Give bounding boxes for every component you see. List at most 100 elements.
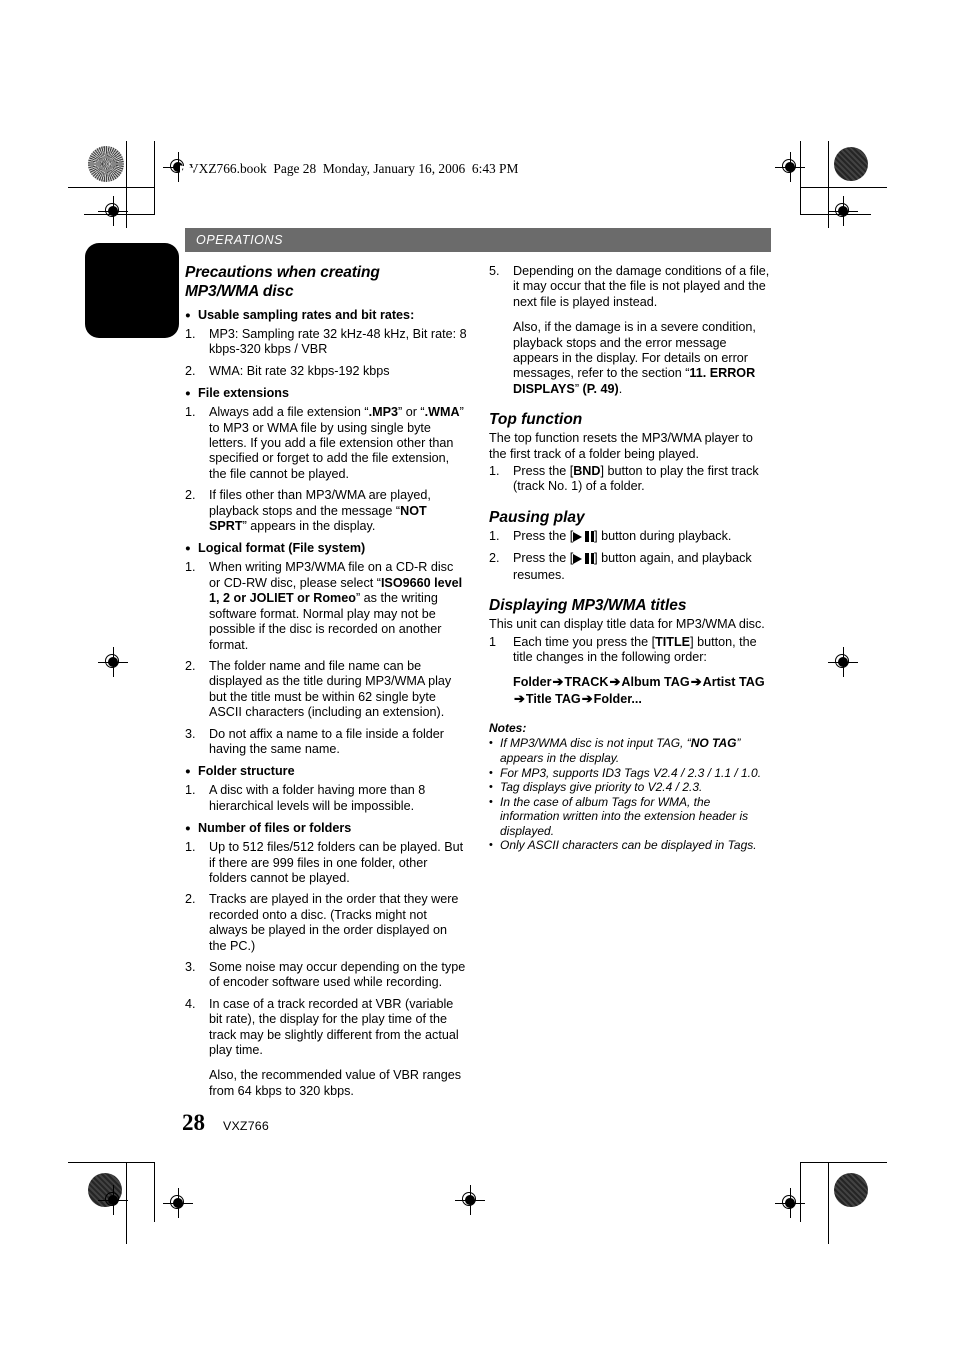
list-item-paragraph: Press the [] button again, and playback … bbox=[513, 551, 752, 582]
pausing-play-list: 1. Press the [] button during playback. 2.… bbox=[489, 529, 771, 583]
top-function-intro: The top function resets the MP3/WMA play… bbox=[489, 431, 753, 461]
registration-mark bbox=[98, 196, 128, 226]
group-heading: Usable sampling rates and bit rates: bbox=[185, 308, 467, 324]
list-item-number: 2. bbox=[185, 892, 196, 907]
group-list: 1. Up to 512 files/512 folders can be pla… bbox=[185, 840, 467, 1099]
list-item: 5. Depending on the damage conditions of… bbox=[489, 264, 771, 397]
arrow-icon: ➔ bbox=[514, 690, 525, 706]
arrow-icon: ➔ bbox=[609, 674, 621, 690]
note-item: Tag displays give priority to V2.4 / 2.3… bbox=[489, 780, 771, 795]
document-page: VXZ766.book Page 28 Monday, January 16, … bbox=[0, 0, 954, 1351]
text-run: Press the [ bbox=[513, 464, 574, 479]
registration-mark bbox=[98, 1185, 128, 1215]
page-title-line2: MP3/WMA disc bbox=[185, 282, 294, 300]
model-name: VXZ766 bbox=[223, 1119, 269, 1133]
registration-mark bbox=[455, 1185, 485, 1215]
page-number: 28 bbox=[182, 1110, 205, 1135]
list-item: 2. WMA: Bit rate 32 kbps-192 kbps bbox=[185, 364, 467, 379]
halftone-target-icon bbox=[834, 147, 868, 181]
sequence-token: Title TAG bbox=[525, 691, 581, 706]
list-item-number: 2. bbox=[185, 658, 196, 673]
arrow-icon: ➔ bbox=[581, 690, 593, 706]
text-run: If files other than MP3/WMA are played, … bbox=[209, 488, 431, 518]
list-item-number: 1. bbox=[185, 405, 196, 420]
emphasised-text: NO TAG bbox=[690, 736, 737, 751]
list-item-paragraph: MP3: Sampling rate 32 kHz-48 kHz, Bit ra… bbox=[209, 327, 467, 357]
sequence-token: TRACK bbox=[564, 675, 609, 690]
text-run: ” or “ bbox=[398, 405, 425, 420]
text-run: In the case of album Tags for WMA, the i… bbox=[500, 794, 749, 838]
registration-mark bbox=[828, 647, 858, 677]
list-item: 1. Press the [BND] button to play the fir… bbox=[489, 464, 771, 495]
crop-line bbox=[800, 1162, 887, 1163]
list-item: 3. Some noise may occur depending on the … bbox=[185, 960, 467, 991]
list-item-paragraph: When writing MP3/WMA file on a CD-R disc… bbox=[209, 560, 467, 652]
emphasised-text: BND bbox=[573, 464, 601, 479]
halftone-target-icon bbox=[834, 1173, 868, 1207]
note-item: For MP3, supports ID3 Tags V2.4 / 2.3 / … bbox=[489, 766, 771, 781]
list-item-paragraph: If files other than MP3/WMA are played, … bbox=[209, 488, 467, 534]
list-item-paragraph: Do not affix a name to a file inside a f… bbox=[209, 726, 444, 756]
group-heading: Folder structure bbox=[185, 764, 467, 780]
crop-line bbox=[828, 1162, 829, 1244]
play-pause-icon bbox=[573, 552, 595, 567]
arrow-icon: ➔ bbox=[552, 674, 564, 690]
note-item: Only ASCII characters can be displayed i… bbox=[489, 838, 771, 853]
registration-mark bbox=[163, 1188, 193, 1218]
registration-mark bbox=[828, 196, 858, 226]
crop-line bbox=[68, 1162, 155, 1163]
notes-list: If MP3/WMA disc is not input TAG, “NO TA… bbox=[489, 736, 771, 853]
crop-line bbox=[800, 187, 887, 188]
group-list: 1. When writing MP3/WMA file on a CD-R di… bbox=[185, 560, 467, 757]
section-header-label: OPERATIONS bbox=[196, 233, 284, 247]
list-item-number: 1. bbox=[185, 840, 196, 855]
list-item-number: 3. bbox=[185, 726, 196, 741]
section-title-displaying-titles: Displaying MP3/WMA titles bbox=[489, 597, 687, 615]
group-list: 1. A disc with a folder having more than … bbox=[185, 783, 467, 814]
emphasised-text: (P. 49) bbox=[582, 381, 619, 396]
emphasised-text: TITLE bbox=[655, 634, 691, 649]
list-item: 3. Do not affix a name to a file inside a… bbox=[185, 727, 467, 758]
notes-title: Notes: bbox=[489, 721, 527, 736]
emphasised-text: .WMA bbox=[424, 405, 460, 420]
list-item-paragraph: Press the [] button during playback. bbox=[513, 529, 771, 545]
crop-line bbox=[154, 141, 155, 215]
list-item-paragraph: The folder name and file name can be dis… bbox=[209, 658, 452, 720]
list-item-number: 1. bbox=[185, 327, 196, 341]
emphasised-text: .MP3 bbox=[368, 405, 399, 420]
text-run: ” appears in the display. bbox=[242, 519, 376, 534]
list-item-number: 4. bbox=[185, 996, 196, 1011]
group-heading: Number of files or folders bbox=[185, 821, 467, 837]
list-item-paragraph: Also, if the damage is in a severe condi… bbox=[513, 320, 771, 397]
list-item: 1. A disc with a folder having more than … bbox=[185, 783, 467, 814]
crop-line bbox=[154, 1162, 155, 1222]
page-title: Precautions when creating MP3/WMA disc bbox=[185, 264, 467, 301]
text-run: Always add a file extension “ bbox=[209, 405, 369, 420]
play-pause-icon bbox=[573, 530, 595, 545]
group-heading: File extensions bbox=[185, 386, 467, 402]
list-item: 1. MP3: Sampling rate 32 kHz-48 kHz, Bit … bbox=[185, 327, 467, 358]
group-list: 1. Always add a file extension “.MP3” or … bbox=[185, 405, 467, 534]
page-footer: 28 VXZ766 bbox=[182, 1110, 482, 1138]
text-run: Only ASCII characters can be displayed i… bbox=[500, 838, 757, 853]
sequence-token: Folder... bbox=[593, 691, 642, 706]
text-run: For MP3, supports ID3 Tags V2.4 / 2.3 / … bbox=[500, 765, 762, 780]
list-item-number: 1. bbox=[489, 464, 500, 479]
list-item: 2. If files other than MP3/WMA are played… bbox=[185, 488, 467, 534]
note-item: If MP3/WMA disc is not input TAG, “NO TA… bbox=[489, 736, 771, 765]
continued-list: 5. Depending on the damage conditions of… bbox=[489, 264, 771, 397]
section-title-pausing-play: Pausing play bbox=[489, 508, 585, 526]
list-item-number: 2. bbox=[185, 363, 196, 378]
list-item-paragraph: Tracks are played in the order that they… bbox=[209, 892, 459, 953]
registration-mark bbox=[775, 152, 805, 182]
list-item-paragraph: Also, the recommended value of VBR range… bbox=[209, 1068, 462, 1098]
list-item-paragraph: In case of a track recorded at VBR (vari… bbox=[209, 996, 459, 1058]
sequence-token: Folder bbox=[513, 675, 552, 690]
sequence-token: Album TAG bbox=[621, 675, 690, 690]
list-item: 1. Up to 512 files/512 folders can be pla… bbox=[185, 840, 467, 886]
crop-line bbox=[68, 187, 155, 188]
title-order-sequence: Folder ➔ TRACK ➔ Album TAG ➔ Artist TAG … bbox=[513, 674, 771, 707]
list-item-paragraph: A disc with a folder having more than 8 … bbox=[209, 783, 426, 813]
right-column: 5. Depending on the damage conditions of… bbox=[489, 264, 771, 853]
text-run: Each time you press the [ bbox=[513, 634, 656, 649]
